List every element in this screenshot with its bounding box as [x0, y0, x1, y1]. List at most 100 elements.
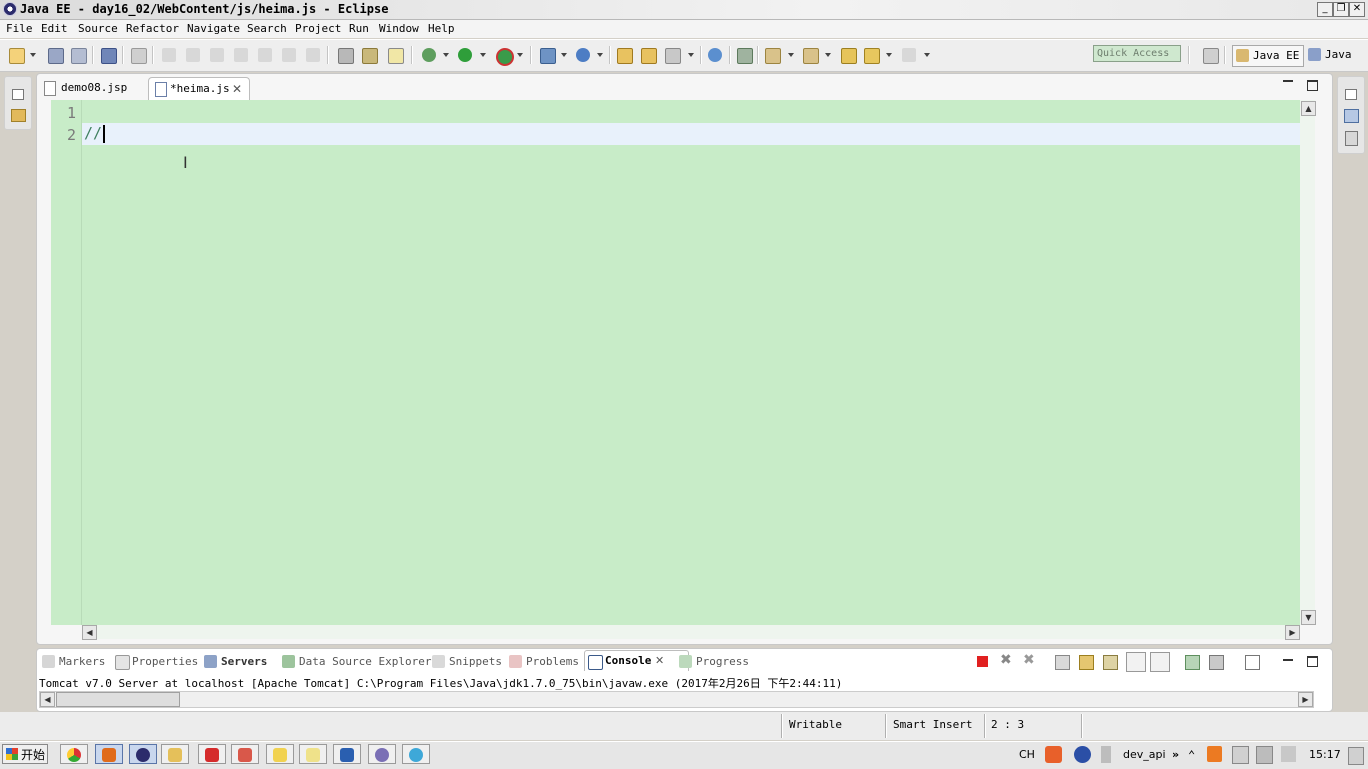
- skip-breakpoints-icon[interactable]: [131, 48, 147, 64]
- forward-dropdown-icon[interactable]: [924, 53, 930, 57]
- menu-project[interactable]: Project: [295, 22, 341, 35]
- taskbar-app-10[interactable]: [368, 744, 396, 764]
- console-scroll-right-icon[interactable]: ▶: [1298, 692, 1313, 707]
- tab-console[interactable]: Console ✕: [584, 650, 689, 671]
- step-return-icon[interactable]: [306, 48, 320, 62]
- back-icon[interactable]: [864, 48, 880, 64]
- taskbar-explorer[interactable]: [161, 744, 189, 764]
- terminate-icon[interactable]: [210, 48, 224, 62]
- perspective-java-ee[interactable]: Java EE: [1232, 45, 1305, 67]
- show-console-output-icon[interactable]: [1126, 652, 1146, 672]
- network-tray-icon[interactable]: [1101, 746, 1111, 763]
- editor-vertical-scrollbar[interactable]: ▲ ▼: [1300, 100, 1316, 625]
- maximize-editor-icon[interactable]: [1307, 80, 1318, 91]
- last-edit-location-icon[interactable]: [841, 48, 857, 64]
- run-external-tool-icon[interactable]: [496, 48, 514, 66]
- new-java-class-icon[interactable]: [576, 48, 590, 62]
- volume-icon[interactable]: [1281, 746, 1296, 762]
- remove-all-launches-icon[interactable]: ✖: [1023, 652, 1035, 668]
- restore-right-icon[interactable]: [1345, 89, 1357, 100]
- resume-icon[interactable]: [162, 48, 176, 62]
- editor-horizontal-scrollbar[interactable]: ◀ ▶: [82, 625, 1300, 640]
- use-step-filters-icon[interactable]: [338, 48, 354, 64]
- debug-dropdown-icon[interactable]: [443, 53, 449, 57]
- tray-expand-icon[interactable]: »: [1172, 748, 1179, 761]
- new-server-icon[interactable]: [540, 48, 556, 64]
- console-scroll-left-icon[interactable]: ◀: [40, 692, 55, 707]
- new-icon[interactable]: [9, 48, 25, 64]
- save-all-icon[interactable]: [71, 48, 87, 64]
- suspend-icon[interactable]: [186, 48, 200, 62]
- open-console-panel-icon[interactable]: [1245, 655, 1260, 670]
- clear-console-icon[interactable]: [1055, 655, 1070, 670]
- taskbar-eclipse[interactable]: [129, 744, 157, 764]
- open-perspective-icon[interactable]: [1203, 48, 1219, 64]
- search-dropdown-icon[interactable]: [688, 53, 694, 57]
- input-language[interactable]: CH: [1019, 748, 1035, 761]
- step-into-icon[interactable]: [258, 48, 272, 62]
- debug-icon[interactable]: [422, 48, 436, 62]
- disconnect-icon[interactable]: [234, 48, 248, 62]
- scroll-lock-icon[interactable]: [1079, 655, 1094, 670]
- previous-annotation-icon[interactable]: [803, 48, 819, 64]
- close-window-button[interactable]: ✕: [1349, 2, 1365, 17]
- help-tray-icon[interactable]: [1074, 746, 1091, 763]
- next-annotation-icon[interactable]: [765, 48, 781, 64]
- start-button[interactable]: 开始: [2, 744, 48, 764]
- back-dropdown-icon[interactable]: [886, 53, 892, 57]
- tab-demo08-jsp[interactable]: demo08.jsp: [42, 77, 142, 99]
- menu-source[interactable]: Source: [78, 22, 118, 35]
- class-dropdown-icon[interactable]: [597, 53, 603, 57]
- tray-app-icon[interactable]: [1207, 746, 1222, 762]
- tab-progress[interactable]: Progress: [679, 655, 749, 668]
- code-text-area[interactable]: [82, 100, 1300, 625]
- taskbar-app-6[interactable]: [231, 744, 259, 764]
- search-tool-icon[interactable]: [665, 48, 681, 64]
- minimize-button[interactable]: _: [1317, 2, 1333, 17]
- minimize-panel-icon[interactable]: [1283, 659, 1293, 661]
- code-line-2[interactable]: //: [84, 124, 102, 142]
- taskbar-app-2[interactable]: [95, 744, 123, 764]
- tab-servers[interactable]: Servers: [204, 655, 267, 668]
- run-dropdown-icon[interactable]: [480, 53, 486, 57]
- menu-refactor[interactable]: Refactor: [126, 22, 179, 35]
- forward-icon[interactable]: [902, 48, 916, 62]
- tab-properties[interactable]: Properties: [115, 655, 198, 670]
- annotation-icon[interactable]: [737, 48, 753, 64]
- menu-window[interactable]: Window: [379, 22, 419, 35]
- menu-edit[interactable]: Edit: [41, 22, 68, 35]
- word-wrap-icon[interactable]: [1103, 655, 1118, 670]
- project-explorer-icon[interactable]: [11, 109, 26, 122]
- show-console-error-icon[interactable]: [1150, 652, 1170, 672]
- save-icon[interactable]: [48, 48, 64, 64]
- console-horizontal-scrollbar[interactable]: ◀ ▶: [39, 691, 1314, 708]
- display-console-icon[interactable]: [1209, 655, 1224, 670]
- web-browser-icon[interactable]: [708, 48, 722, 62]
- open-type-icon[interactable]: [617, 48, 633, 64]
- tray-up-icon[interactable]: ⌃: [1188, 748, 1195, 762]
- previous-annotation-dropdown-icon[interactable]: [825, 53, 831, 57]
- next-annotation-dropdown-icon[interactable]: [788, 53, 794, 57]
- external-tool-dropdown-icon[interactable]: [517, 53, 523, 57]
- tray-user[interactable]: dev_api: [1123, 748, 1166, 761]
- taskbar-xmind[interactable]: [198, 744, 226, 764]
- run-icon[interactable]: [458, 48, 472, 62]
- tab-snippets[interactable]: Snippets: [432, 655, 502, 668]
- restore-icon[interactable]: [12, 89, 24, 100]
- menu-navigate[interactable]: Navigate: [187, 22, 240, 35]
- tab-heima-js[interactable]: *heima.js ✕: [148, 77, 250, 100]
- scroll-left-icon[interactable]: ◀: [82, 625, 97, 640]
- pin-console-icon[interactable]: [1185, 655, 1200, 670]
- show-desktop-button[interactable]: [1348, 747, 1364, 765]
- new-dropdown-icon[interactable]: [30, 53, 36, 57]
- taskbar-notepad[interactable]: [299, 744, 327, 764]
- tray-network-icon[interactable]: [1256, 746, 1273, 764]
- step-over-icon[interactable]: [282, 48, 296, 62]
- toggle-mark-occurrences-icon[interactable]: [388, 48, 404, 64]
- close-console-icon[interactable]: ✕: [655, 651, 664, 671]
- task-list-icon[interactable]: [1345, 131, 1358, 146]
- taskbar-app-11[interactable]: [402, 744, 430, 764]
- scroll-down-icon[interactable]: ▼: [1301, 610, 1316, 625]
- maximize-panel-icon[interactable]: [1307, 656, 1318, 667]
- restore-button[interactable]: ❐: [1333, 2, 1349, 17]
